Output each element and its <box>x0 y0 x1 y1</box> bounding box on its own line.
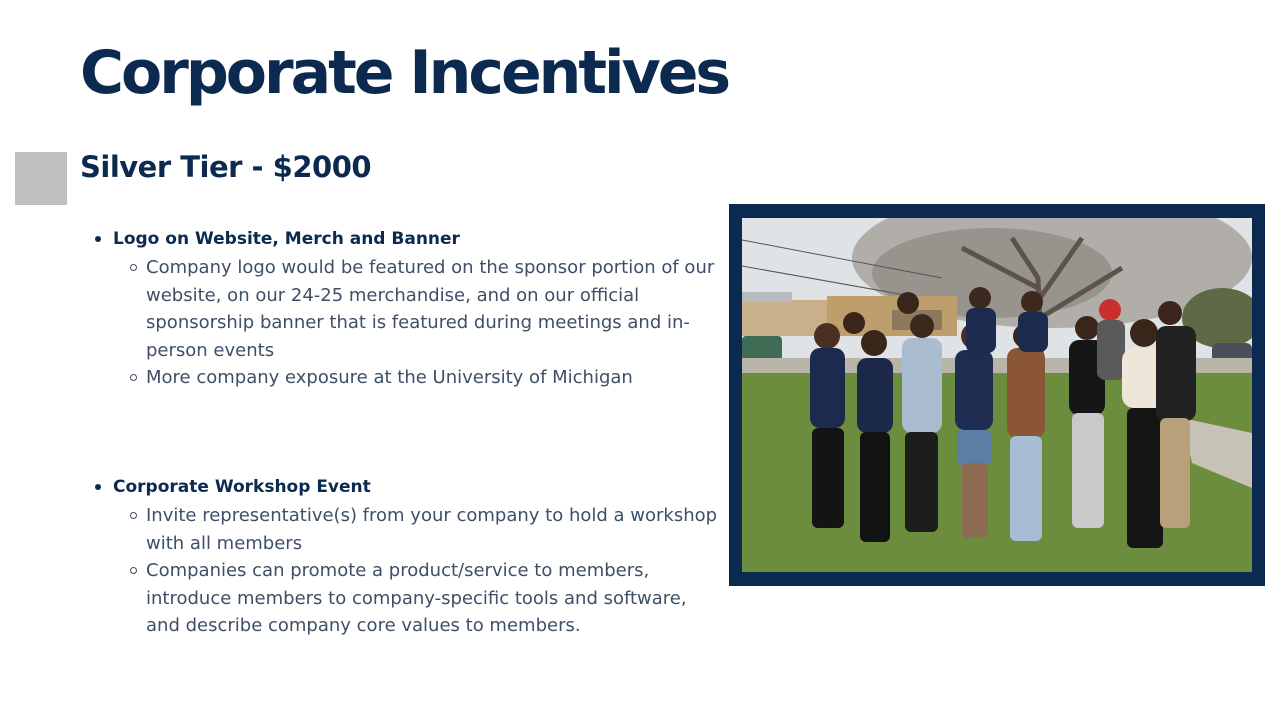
slide-title: Corporate Incentives <box>80 38 731 108</box>
benefit-subitem: Company logo would be featured on the sp… <box>130 254 725 364</box>
benefit-list-logo: Logo on Website, Merch and Banner Compan… <box>95 227 725 392</box>
tier-marker-square <box>15 152 67 205</box>
benefit-title: Corporate Workshop Event <box>95 475 725 499</box>
benefit-subitem: More company exposure at the University … <box>130 364 725 392</box>
benefit-item: Logo on Website, Merch and Banner Compan… <box>95 227 725 392</box>
tier-heading: Silver Tier - $2000 <box>80 150 372 184</box>
benefit-title: Logo on Website, Merch and Banner <box>95 227 725 251</box>
group-photo <box>742 218 1252 572</box>
group-photo-illustration <box>742 218 1252 572</box>
group-photo-frame <box>729 204 1265 586</box>
benefit-subitems: Invite representative(s) from your compa… <box>95 502 725 640</box>
benefit-subitem: Companies can promote a product/service … <box>130 557 725 640</box>
benefit-item: Corporate Workshop Event Invite represen… <box>95 475 725 640</box>
benefit-list-workshop: Corporate Workshop Event Invite represen… <box>95 475 725 640</box>
benefit-subitems: Company logo would be featured on the sp… <box>95 254 725 392</box>
benefit-subitem: Invite representative(s) from your compa… <box>130 502 725 557</box>
